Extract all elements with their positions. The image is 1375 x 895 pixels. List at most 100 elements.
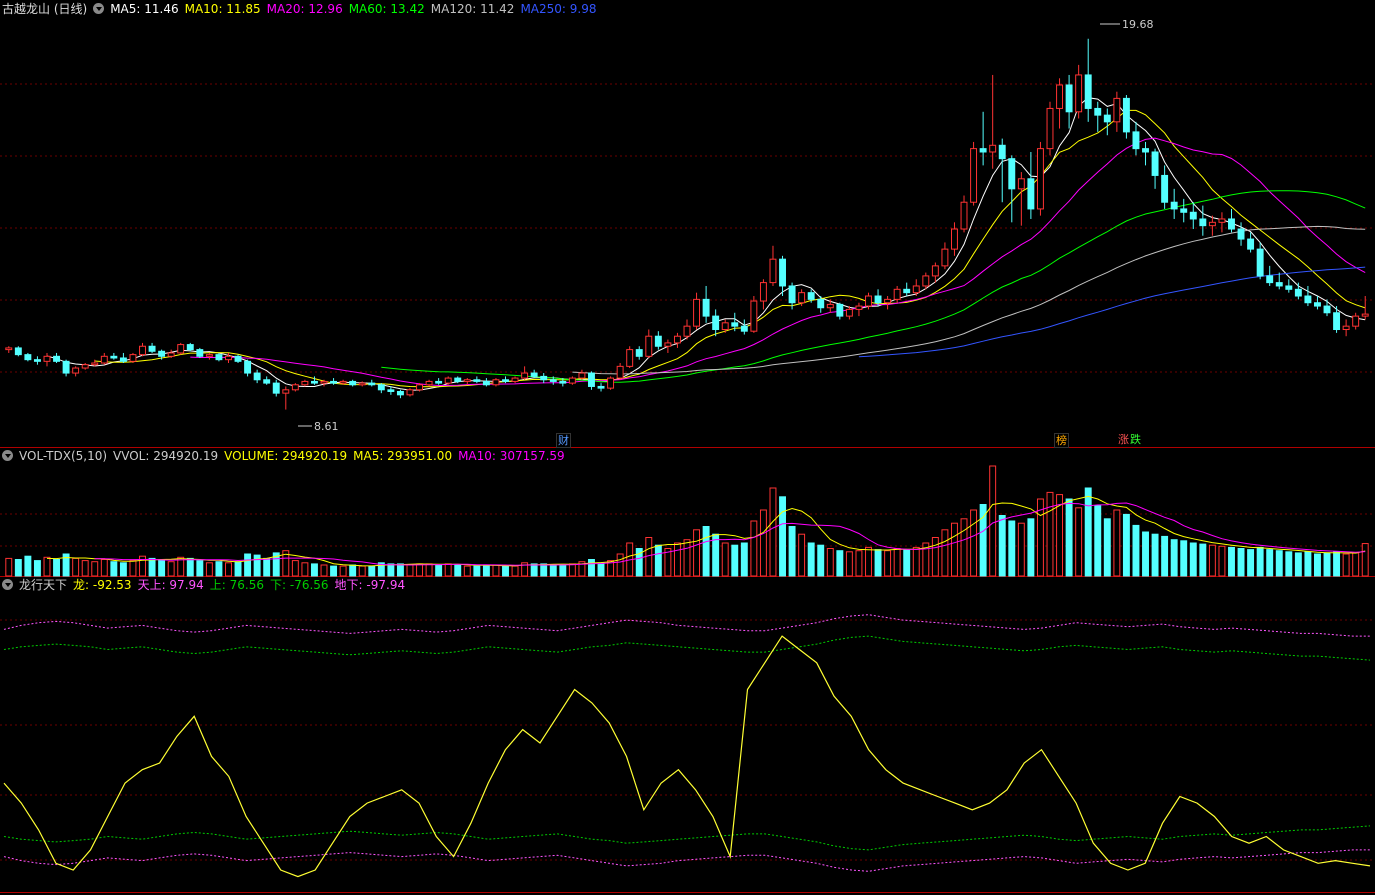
volume-bar — [989, 465, 997, 577]
volume-bar — [396, 563, 404, 577]
volume-bar — [855, 550, 863, 577]
candle-body — [253, 372, 261, 381]
candle-body — [1352, 315, 1360, 327]
volume-bar — [473, 565, 481, 577]
candle-body — [91, 362, 99, 366]
volume-bar — [1065, 498, 1073, 577]
candle-body — [349, 380, 357, 386]
candle-body — [931, 265, 939, 277]
candle-body — [110, 355, 118, 359]
volume-bar — [683, 539, 691, 577]
volume-bar — [33, 560, 41, 577]
candle-body — [62, 360, 70, 374]
candle-body — [100, 355, 108, 364]
candle-body — [263, 379, 271, 384]
volume-bar — [358, 565, 366, 577]
candle-body — [960, 201, 968, 230]
candle-body — [922, 275, 930, 287]
candle-body — [1056, 84, 1064, 109]
candle-body — [521, 372, 529, 379]
volume-bars — [5, 465, 1369, 577]
candle-body — [435, 380, 443, 384]
candle-body — [645, 335, 653, 357]
volume-bar — [492, 564, 500, 577]
volume-bar — [654, 544, 662, 577]
volume-bar — [597, 562, 605, 577]
volume-bar — [167, 561, 175, 577]
volume-bar — [1170, 539, 1178, 577]
volume-bar — [1122, 513, 1130, 577]
volume-bar — [320, 564, 328, 577]
candle-body — [826, 303, 834, 309]
candle-body — [416, 384, 423, 391]
candle-body — [1036, 148, 1044, 210]
candle-body — [1113, 97, 1121, 123]
candle-body — [807, 292, 815, 300]
candle-body — [396, 390, 404, 396]
candle-body — [177, 344, 185, 354]
main-settings-icon[interactable] — [93, 3, 105, 14]
volume-bar — [91, 561, 99, 577]
candle-body — [721, 322, 729, 331]
candle-body — [845, 308, 853, 317]
volume-bar — [874, 549, 882, 577]
candle-body — [444, 377, 452, 384]
candle-body — [139, 345, 146, 356]
volume-bar — [425, 563, 433, 577]
volume-bar — [912, 546, 920, 577]
volume-header: VOL-TDX(5,10) VVOL: 294920.19 VOLUME: 2949… — [2, 448, 571, 464]
candle-body — [502, 379, 509, 382]
ma120-label: MA120: 11.42 — [430, 2, 515, 16]
candle-body — [693, 298, 701, 327]
candle-body — [358, 382, 366, 386]
oscillator-settings-icon[interactable] — [2, 579, 13, 590]
candle-body — [759, 282, 767, 302]
candle-body — [559, 380, 567, 384]
volume-bar — [693, 529, 701, 577]
volume-bar — [740, 542, 748, 577]
candle-body — [5, 347, 13, 351]
volume-bar — [731, 544, 739, 577]
candle-body — [1266, 275, 1274, 284]
volume-settings-icon[interactable] — [2, 450, 13, 461]
oscillator-title: 龙行天下 — [19, 578, 68, 592]
candle-body — [1189, 211, 1197, 220]
ma10-line — [94, 109, 1366, 388]
tianshang-line — [3, 614, 1370, 637]
ma20-line — [190, 137, 1366, 387]
volume-bar — [511, 565, 519, 577]
volume-bar — [998, 515, 1006, 577]
volume-bar — [1247, 549, 1255, 577]
moving-average-lines — [46, 97, 1366, 391]
candle-body — [912, 285, 920, 294]
volume-bar — [81, 560, 89, 577]
volume-label: VOLUME: 294920.19 — [224, 449, 348, 463]
candle-body — [855, 305, 863, 310]
volume-bar — [1084, 487, 1092, 577]
volume-bar — [970, 509, 978, 577]
limit-down-marker[interactable]: 跌 — [1129, 433, 1142, 446]
candle-body — [1208, 221, 1216, 227]
vvol-label: VVOL: 294920.19 — [113, 449, 219, 463]
candle-body — [330, 380, 338, 384]
main-header: 古越龙山 (日线) MA5: 11.46 MA10: 11.85 MA20: 12.9… — [2, 1, 602, 17]
dixia-label: 地下: -97.94 — [334, 578, 406, 592]
finance-marker[interactable]: 财 — [556, 433, 571, 448]
volume-bar — [769, 487, 777, 577]
candle-body — [482, 380, 490, 386]
candle-body — [425, 380, 433, 386]
candle-body — [119, 357, 127, 362]
candle-body — [244, 360, 252, 374]
volume-bar — [845, 551, 853, 577]
candle-body — [578, 372, 586, 379]
ranking-marker[interactable]: 榜 — [1054, 433, 1069, 448]
tianshang-label: 天上: 97.94 — [137, 578, 204, 592]
candle-body — [1084, 74, 1092, 109]
candle-body — [205, 354, 213, 357]
volume-bar — [1046, 491, 1054, 577]
volume-bar — [884, 550, 892, 577]
volume-bar — [1256, 546, 1264, 577]
volume-bar — [53, 559, 60, 577]
volume-bar — [205, 562, 213, 577]
shang-label: 上: 76.56 — [209, 578, 264, 592]
